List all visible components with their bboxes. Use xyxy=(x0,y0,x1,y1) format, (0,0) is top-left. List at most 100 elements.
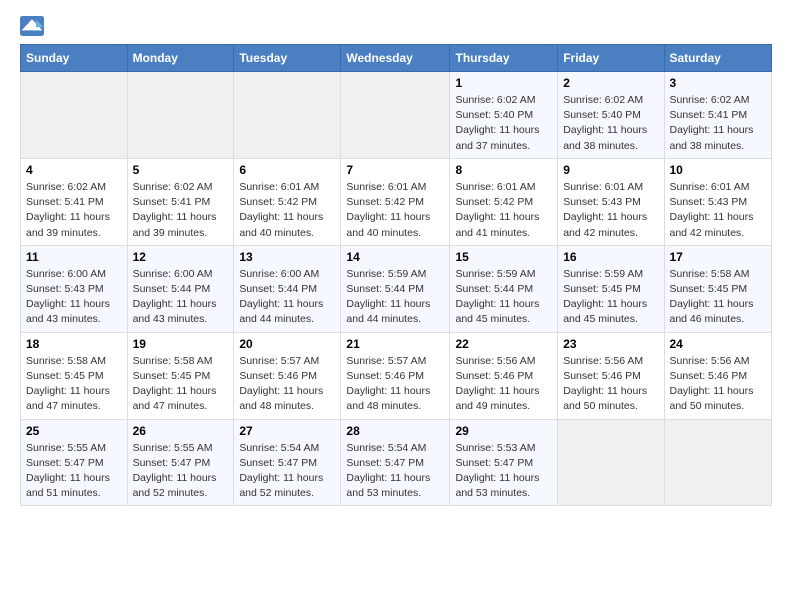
header-tuesday: Tuesday xyxy=(234,45,341,72)
calendar-cell: 4 Sunrise: 6:02 AM Sunset: 5:41 PM Daylig… xyxy=(21,158,128,245)
day-number: 20 xyxy=(239,337,335,351)
calendar-cell: 5Sunrise: 6:02 AM Sunset: 5:41 PM Daylig… xyxy=(127,158,234,245)
day-info: Sunrise: 5:57 AM Sunset: 5:46 PM Dayligh… xyxy=(346,354,444,415)
day-info: Sunrise: 5:58 AM Sunset: 5:45 PM Dayligh… xyxy=(133,354,229,415)
header-saturday: Saturday xyxy=(664,45,772,72)
logo-icon xyxy=(20,16,44,36)
calendar-cell: 8 Sunrise: 6:01 AM Sunset: 5:42 PM Daylig… xyxy=(450,158,558,245)
day-number: 11 xyxy=(26,250,122,264)
day-number: 26 xyxy=(133,424,229,438)
week-row-1: 1 Sunrise: 6:02 AM Sunset: 5:40 PM Daylig… xyxy=(21,72,772,159)
calendar-cell: 18 Sunrise: 5:58 AM Sunset: 5:45 PM Dayli… xyxy=(21,332,128,419)
calendar-cell: 14 Sunrise: 5:59 AM Sunset: 5:44 PM Dayli… xyxy=(341,245,450,332)
day-number: 7 xyxy=(346,163,444,177)
day-info: Sunrise: 5:59 AM Sunset: 5:45 PM Dayligh… xyxy=(563,267,658,328)
calendar-cell: 20 Sunrise: 5:57 AM Sunset: 5:46 PM Dayli… xyxy=(234,332,341,419)
week-row-3: 11 Sunrise: 6:00 AM Sunset: 5:43 PM Dayli… xyxy=(21,245,772,332)
calendar-cell: 16 Sunrise: 5:59 AM Sunset: 5:45 PM Dayli… xyxy=(558,245,664,332)
calendar-cell: 6 Sunrise: 6:01 AM Sunset: 5:42 PM Daylig… xyxy=(234,158,341,245)
day-info: Sunrise: 5:57 AM Sunset: 5:46 PM Dayligh… xyxy=(239,354,335,415)
day-info: Sunrise: 5:55 AM Sunset: 5:47 PM Dayligh… xyxy=(133,441,229,502)
day-number: 8 xyxy=(455,163,552,177)
day-number: 19 xyxy=(133,337,229,351)
calendar-cell: 25 Sunrise: 5:55 AM Sunset: 5:47 PM Dayli… xyxy=(21,419,128,506)
day-info: Sunrise: 5:53 AM Sunset: 5:47 PM Dayligh… xyxy=(455,441,552,502)
day-info: Sunrise: 6:02 AM Sunset: 5:41 PM Dayligh… xyxy=(26,180,122,241)
header-thursday: Thursday xyxy=(450,45,558,72)
day-info: Sunrise: 5:54 AM Sunset: 5:47 PM Dayligh… xyxy=(239,441,335,502)
calendar-cell: 27 Sunrise: 5:54 AM Sunset: 5:47 PM Dayli… xyxy=(234,419,341,506)
calendar-cell xyxy=(234,72,341,159)
week-row-2: 4 Sunrise: 6:02 AM Sunset: 5:41 PM Daylig… xyxy=(21,158,772,245)
day-number: 2 xyxy=(563,76,658,90)
day-number: 23 xyxy=(563,337,658,351)
header-friday: Friday xyxy=(558,45,664,72)
day-info: Sunrise: 6:01 AM Sunset: 5:42 PM Dayligh… xyxy=(239,180,335,241)
calendar-cell xyxy=(341,72,450,159)
day-number: 27 xyxy=(239,424,335,438)
day-number: 12 xyxy=(133,250,229,264)
day-info: Sunrise: 6:00 AM Sunset: 5:44 PM Dayligh… xyxy=(133,267,229,328)
header-wednesday: Wednesday xyxy=(341,45,450,72)
day-number: 6 xyxy=(239,163,335,177)
day-number: 10 xyxy=(670,163,767,177)
day-info: Sunrise: 5:56 AM Sunset: 5:46 PM Dayligh… xyxy=(670,354,767,415)
day-info: Sunrise: 6:02 AM Sunset: 5:40 PM Dayligh… xyxy=(455,93,552,154)
day-number: 14 xyxy=(346,250,444,264)
day-number: 1 xyxy=(455,76,552,90)
day-info: Sunrise: 5:56 AM Sunset: 5:46 PM Dayligh… xyxy=(563,354,658,415)
day-info: Sunrise: 5:59 AM Sunset: 5:44 PM Dayligh… xyxy=(455,267,552,328)
day-info: Sunrise: 5:56 AM Sunset: 5:46 PM Dayligh… xyxy=(455,354,552,415)
day-number: 25 xyxy=(26,424,122,438)
day-info: Sunrise: 6:01 AM Sunset: 5:42 PM Dayligh… xyxy=(455,180,552,241)
day-info: Sunrise: 6:01 AM Sunset: 5:42 PM Dayligh… xyxy=(346,180,444,241)
calendar-cell: 15 Sunrise: 5:59 AM Sunset: 5:44 PM Dayli… xyxy=(450,245,558,332)
calendar-cell: 26 Sunrise: 5:55 AM Sunset: 5:47 PM Dayli… xyxy=(127,419,234,506)
calendar-cell xyxy=(127,72,234,159)
calendar-header-row: SundayMondayTuesdayWednesdayThursdayFrid… xyxy=(21,45,772,72)
calendar-cell: 19 Sunrise: 5:58 AM Sunset: 5:45 PM Dayli… xyxy=(127,332,234,419)
header-monday: Monday xyxy=(127,45,234,72)
day-number: 3 xyxy=(670,76,767,90)
calendar-cell: 23 Sunrise: 5:56 AM Sunset: 5:46 PM Dayli… xyxy=(558,332,664,419)
calendar-cell: 13 Sunrise: 6:00 AM Sunset: 5:44 PM Dayli… xyxy=(234,245,341,332)
week-row-5: 25 Sunrise: 5:55 AM Sunset: 5:47 PM Dayli… xyxy=(21,419,772,506)
day-info: Sunrise: 6:02 AM Sunset: 5:40 PM Dayligh… xyxy=(563,93,658,154)
day-number: 24 xyxy=(670,337,767,351)
logo xyxy=(20,16,48,36)
day-info: Sunrise: 6:01 AM Sunset: 5:43 PM Dayligh… xyxy=(563,180,658,241)
day-info: Sunrise: 6:01 AM Sunset: 5:43 PM Dayligh… xyxy=(670,180,767,241)
header-sunday: Sunday xyxy=(21,45,128,72)
calendar-cell: 29Sunrise: 5:53 AM Sunset: 5:47 PM Dayli… xyxy=(450,419,558,506)
day-info: Sunrise: 6:02 AM Sunset: 5:41 PM Dayligh… xyxy=(133,180,229,241)
day-info: Sunrise: 5:55 AM Sunset: 5:47 PM Dayligh… xyxy=(26,441,122,502)
day-number: 13 xyxy=(239,250,335,264)
calendar-cell: 24 Sunrise: 5:56 AM Sunset: 5:46 PM Dayli… xyxy=(664,332,772,419)
calendar-cell: 11 Sunrise: 6:00 AM Sunset: 5:43 PM Dayli… xyxy=(21,245,128,332)
day-number: 9 xyxy=(563,163,658,177)
day-info: Sunrise: 6:00 AM Sunset: 5:43 PM Dayligh… xyxy=(26,267,122,328)
day-info: Sunrise: 5:58 AM Sunset: 5:45 PM Dayligh… xyxy=(670,267,767,328)
day-number: 4 xyxy=(26,163,122,177)
calendar-cell: 7 Sunrise: 6:01 AM Sunset: 5:42 PM Daylig… xyxy=(341,158,450,245)
day-number: 17 xyxy=(670,250,767,264)
calendar-cell xyxy=(21,72,128,159)
calendar-cell: 9 Sunrise: 6:01 AM Sunset: 5:43 PM Daylig… xyxy=(558,158,664,245)
day-number: 21 xyxy=(346,337,444,351)
calendar-cell: 2 Sunrise: 6:02 AM Sunset: 5:40 PM Daylig… xyxy=(558,72,664,159)
day-info: Sunrise: 5:58 AM Sunset: 5:45 PM Dayligh… xyxy=(26,354,122,415)
day-number: 22 xyxy=(455,337,552,351)
day-number: 18 xyxy=(26,337,122,351)
day-info: Sunrise: 6:00 AM Sunset: 5:44 PM Dayligh… xyxy=(239,267,335,328)
calendar-cell: 17 Sunrise: 5:58 AM Sunset: 5:45 PM Dayli… xyxy=(664,245,772,332)
calendar-cell xyxy=(664,419,772,506)
day-info: Sunrise: 5:54 AM Sunset: 5:47 PM Dayligh… xyxy=(346,441,444,502)
day-info: Sunrise: 5:59 AM Sunset: 5:44 PM Dayligh… xyxy=(346,267,444,328)
calendar-cell: 1 Sunrise: 6:02 AM Sunset: 5:40 PM Daylig… xyxy=(450,72,558,159)
calendar-table: SundayMondayTuesdayWednesdayThursdayFrid… xyxy=(20,44,772,506)
day-number: 15 xyxy=(455,250,552,264)
calendar-cell xyxy=(558,419,664,506)
day-number: 28 xyxy=(346,424,444,438)
day-number: 16 xyxy=(563,250,658,264)
calendar-cell: 12 Sunrise: 6:00 AM Sunset: 5:44 PM Dayli… xyxy=(127,245,234,332)
